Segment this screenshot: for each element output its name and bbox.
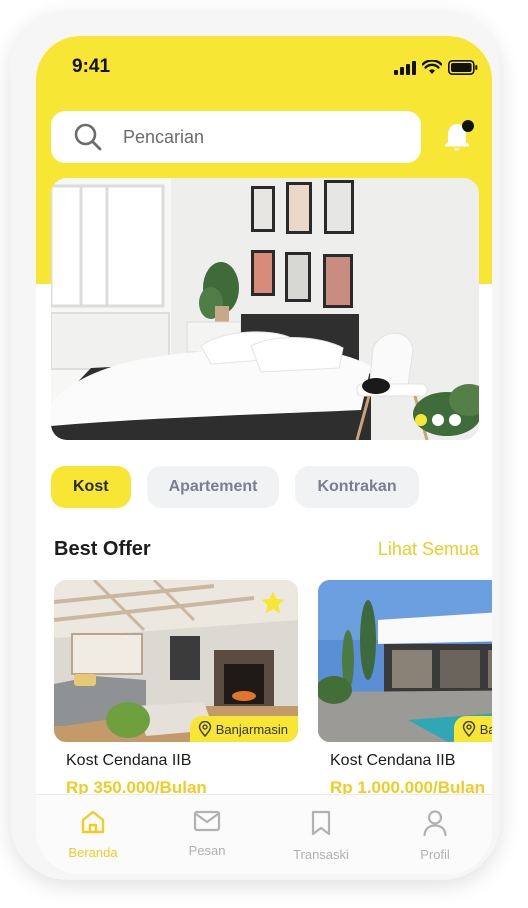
chip-apartement[interactable]: Apartement: [146, 466, 280, 508]
location-badge: Banjarmasin: [189, 716, 298, 742]
nav-transaski[interactable]: Transaski: [264, 795, 378, 874]
section-title: Best Offer: [54, 538, 151, 560]
offer-photo: Banjarmasin: [318, 580, 492, 742]
carousel-dot[interactable]: [415, 414, 427, 426]
offer-name: Kost Cendana IIB: [330, 752, 456, 769]
carousel-dot[interactable]: [449, 414, 461, 426]
offer-list: Banjarmasin Kost Cendana IIB Rp 350.000/…: [54, 580, 492, 800]
nav-beranda[interactable]: Beranda: [36, 795, 150, 874]
offer-name: Kost Cendana IIB: [66, 752, 192, 769]
user-icon: [423, 810, 447, 837]
status-time: 9:41: [72, 56, 111, 77]
search-input[interactable]: [123, 126, 383, 148]
wifi-icon: [422, 60, 442, 74]
search-icon: [74, 123, 102, 151]
location-badge: Banjarmasin: [453, 716, 492, 742]
bottom-navigation: Beranda Pesan Transaski Profil: [36, 794, 492, 874]
bedroom-photo: [51, 178, 479, 440]
signal-icon: [394, 60, 416, 75]
nav-label: Pesan: [188, 843, 226, 858]
location-label: Banjarmasin: [479, 721, 492, 737]
search-bar[interactable]: [51, 111, 421, 163]
offer-photo: Banjarmasin: [54, 580, 298, 742]
nav-label: Profil: [420, 847, 450, 862]
home-icon: [81, 810, 105, 834]
nav-label: Beranda: [68, 845, 118, 860]
chip-kost[interactable]: Kost: [51, 466, 131, 508]
status-icons: [394, 60, 478, 75]
offer-card[interactable]: Banjarmasin Kost Cendana IIB Rp 1.000.00…: [318, 580, 492, 800]
see-all-link[interactable]: Lihat Semua: [378, 539, 479, 560]
phone-frame: 9:41 Pencarian Kost Apartement Kontrakan…: [10, 10, 500, 880]
nav-profil[interactable]: Profil: [378, 795, 492, 874]
notification-bell-icon[interactable]: [440, 118, 476, 154]
offer-card[interactable]: Banjarmasin Kost Cendana IIB Rp 350.000/…: [54, 580, 298, 800]
app-screen: 9:41 Pencarian Kost Apartement Kontrakan…: [36, 36, 492, 874]
hero-banner[interactable]: [51, 178, 479, 440]
location-label: Banjarmasin: [215, 721, 288, 737]
bookmark-icon: [311, 810, 331, 836]
mail-icon: [193, 810, 221, 832]
nav-label: Transaski: [293, 847, 349, 862]
favorite-star-icon[interactable]: [260, 590, 286, 616]
carousel-dot[interactable]: [432, 414, 444, 426]
location-pin-icon: [198, 721, 211, 737]
chip-kontrakan[interactable]: Kontrakan: [295, 466, 419, 508]
nav-pesan[interactable]: Pesan: [150, 795, 264, 874]
battery-icon: [448, 60, 478, 75]
location-pin-icon: [462, 721, 475, 737]
carousel-dots: [415, 414, 461, 426]
category-chips: Kost Apartement Kontrakan: [51, 466, 419, 508]
